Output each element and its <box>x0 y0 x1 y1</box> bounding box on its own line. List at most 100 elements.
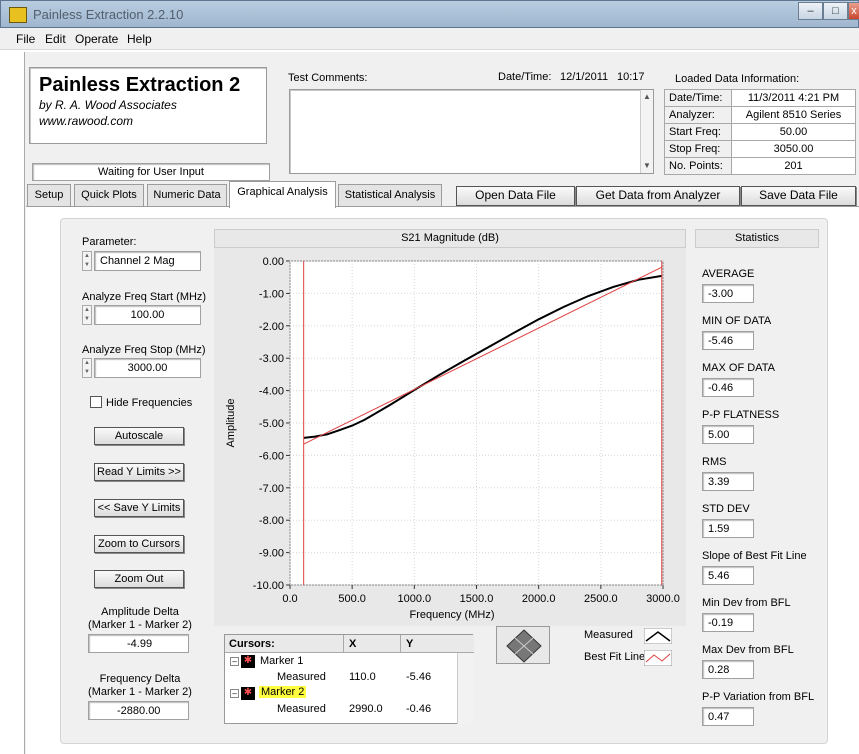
menu-operate[interactable]: Operate <box>75 32 118 46</box>
cursor-table-scrollbar[interactable] <box>457 653 473 724</box>
col-divider <box>400 635 401 653</box>
loaded-label: Date/Time: <box>664 89 732 107</box>
cursor-move-control[interactable] <box>496 626 550 664</box>
marker-crosshair-icon: ✱ <box>241 655 255 668</box>
diamond-move-icon[interactable] <box>497 627 551 665</box>
marker-1-name[interactable]: Marker 1 <box>260 655 303 667</box>
minimize-button[interactable]: – <box>798 2 823 20</box>
marker-crosshair-icon: ✱ <box>241 687 255 700</box>
datetime-time: 10:17 <box>617 71 645 83</box>
get-data-button[interactable]: Get Data from Analyzer <box>576 186 740 206</box>
menu-bar: File Edit Operate Help <box>0 28 859 50</box>
stat-average-label: AVERAGE <box>702 268 755 280</box>
y-tick-label: -7.00 <box>259 483 284 495</box>
hide-frequencies-checkbox[interactable] <box>90 396 102 408</box>
x-tick-label: 1500.0 <box>460 593 494 605</box>
loaded-data-table: Date/Time: 11/3/2011 4:21 PM Analyzer: Agi… <box>664 89 856 175</box>
s21-chart[interactable]: 0.00 -1.00 -2.00 -3.00 -4.00 -5.00 -6.00 -7.00 -… <box>214 248 686 626</box>
open-data-file-button[interactable]: Open Data File <box>456 186 575 206</box>
scroll-down-icon[interactable]: ▼ <box>643 161 651 170</box>
parameter-spinner[interactable]: ▲ ▼ <box>82 251 92 271</box>
loaded-row: Stop Freq: 3050.00 <box>664 140 856 158</box>
tab-quick-plots[interactable]: Quick Plots <box>74 184 144 206</box>
start-freq-input[interactable]: 100.00 <box>94 305 201 325</box>
save-y-limits-button[interactable]: << Save Y Limits <box>94 499 184 517</box>
hide-frequencies-label: Hide Frequencies <box>106 397 193 409</box>
loaded-label: No. Points: <box>664 157 732 175</box>
stat-max-value: -0.46 <box>702 378 754 397</box>
frequency-delta-label: Frequency Delta <box>99 673 181 685</box>
zoom-to-cursors-button[interactable]: Zoom to Cursors <box>94 535 184 553</box>
stop-freq-spinner[interactable]: ▲ ▼ <box>82 358 92 378</box>
x-tick-label: 500.0 <box>338 593 366 605</box>
scroll-up-icon[interactable]: ▲ <box>643 92 651 101</box>
statistics-list: AVERAGE -3.00 MIN OF DATA -5.46 MAX OF D… <box>695 256 825 736</box>
y-tick-label: -3.00 <box>259 353 284 365</box>
tab-numeric-data[interactable]: Numeric Data <box>147 184 227 206</box>
y-tick-label: -1.00 <box>259 288 284 300</box>
col-divider <box>343 635 344 653</box>
y-tick-label: -8.00 <box>259 515 284 527</box>
loaded-value: 201 <box>731 157 856 175</box>
status-field: Waiting for User Input <box>32 163 270 181</box>
brand-box: Painless Extraction 2 by R. A. Wood Asso… <box>29 67 267 144</box>
x-tick-label: 1000.0 <box>398 593 432 605</box>
statistics-title: Statistics <box>695 229 819 248</box>
zoom-out-button[interactable]: Zoom Out <box>94 570 184 588</box>
stat-min-dev-label: Min Dev from BFL <box>702 597 791 609</box>
marker-2-sub: Measured <box>277 703 326 715</box>
tab-setup[interactable]: Setup <box>27 184 71 206</box>
read-y-limits-button[interactable]: Read Y Limits >> <box>94 463 184 481</box>
collapse-icon[interactable]: – <box>230 657 239 666</box>
stat-min-dev-value: -0.19 <box>702 613 754 632</box>
amplitude-delta-value: -4.99 <box>88 634 189 653</box>
datetime-label: Date/Time: <box>498 71 552 83</box>
autoscale-button[interactable]: Autoscale <box>94 427 184 445</box>
parameter-label: Parameter: <box>82 236 137 248</box>
cursor-header-label: Cursors: <box>229 638 275 650</box>
loaded-row: No. Points: 201 <box>664 157 856 175</box>
datetime-date: 12/1/2011 <box>560 71 609 83</box>
window-title: Painless Extraction 2.2.10 <box>33 7 184 22</box>
brand-title: Painless Extraction 2 <box>39 74 241 96</box>
stat-stddev-value: 1.59 <box>702 519 754 538</box>
loaded-value: 3050.00 <box>731 140 856 158</box>
menu-help[interactable]: Help <box>127 32 152 46</box>
y-axis-label: Amplitude <box>225 399 237 448</box>
stop-freq-input[interactable]: 3000.00 <box>94 358 201 378</box>
marker-1-x: 110.0 <box>349 671 376 683</box>
marker-2-x: 2990.0 <box>349 703 383 715</box>
stat-slope-value: 5.46 <box>702 566 754 585</box>
comments-textarea[interactable] <box>289 89 654 174</box>
legend-bestfit-swatch <box>644 650 672 666</box>
stat-pp-variation-label: P-P Variation from BFL <box>702 691 815 703</box>
stat-flatness-value: 5.00 <box>702 425 754 444</box>
menu-file[interactable]: File <box>16 32 35 46</box>
brand-url: www.rawood.com <box>39 114 134 128</box>
tab-graphical-analysis[interactable]: Graphical Analysis <box>229 181 336 208</box>
comments-scrollbar[interactable]: ▲ ▼ <box>640 90 653 173</box>
stat-max-dev-label: Max Dev from BFL <box>702 644 794 656</box>
legend-measured-label: Measured <box>584 629 633 641</box>
marker-2-name[interactable]: Marker 2 <box>259 686 307 698</box>
amplitude-delta-sublabel: (Marker 1 - Marker 2) <box>88 619 192 631</box>
stat-rms-label: RMS <box>702 456 727 468</box>
loaded-row: Analyzer: Agilent 8510 Series <box>664 106 856 124</box>
chart-legend: Measured Best Fit Line <box>572 626 684 670</box>
collapse-icon[interactable]: – <box>230 689 239 698</box>
close-button[interactable]: x <box>848 2 859 20</box>
tab-statistical-analysis[interactable]: Statistical Analysis <box>338 184 442 206</box>
chart-title: S21 Magnitude (dB) <box>214 229 686 248</box>
maximize-button[interactable]: □ <box>823 2 848 20</box>
parameter-select[interactable]: Channel 2 Mag <box>94 251 201 271</box>
loaded-label: Analyzer: <box>664 106 732 124</box>
menu-edit[interactable]: Edit <box>45 32 66 46</box>
loaded-row: Date/Time: 11/3/2011 4:21 PM <box>664 89 856 107</box>
x-tick-label: 2500.0 <box>584 593 618 605</box>
y-tick-label: -4.00 <box>259 386 284 398</box>
start-freq-spinner[interactable]: ▲ ▼ <box>82 305 92 325</box>
stat-slope-label: Slope of Best Fit Line <box>702 550 807 562</box>
stat-min-label: MIN OF DATA <box>702 315 772 327</box>
legend-measured-swatch <box>644 628 672 644</box>
save-data-file-button[interactable]: Save Data File <box>741 186 856 206</box>
